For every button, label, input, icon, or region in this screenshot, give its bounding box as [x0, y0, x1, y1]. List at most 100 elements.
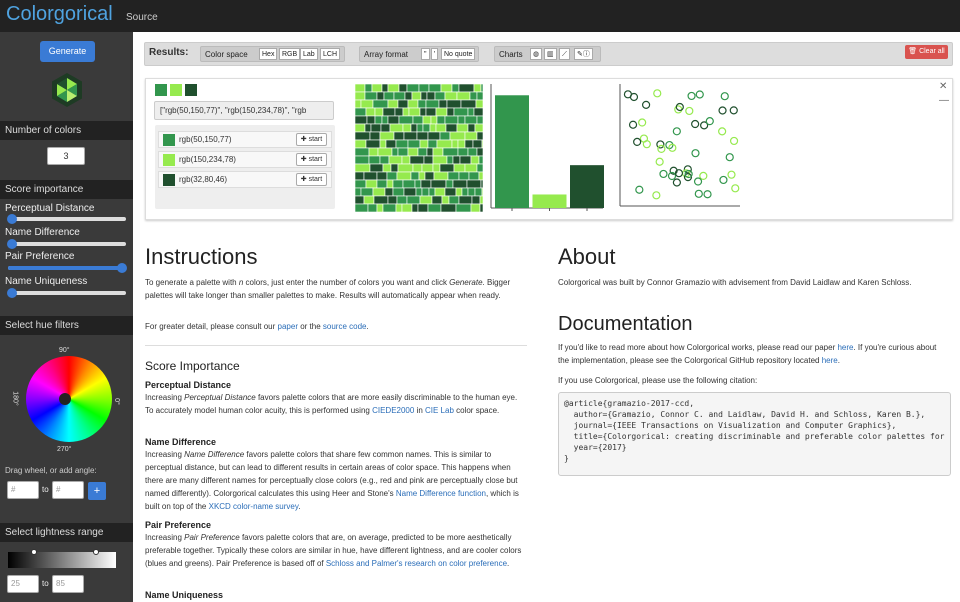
color-list-item: rgb(50,150,77) ✚ start — [158, 131, 332, 148]
map-region — [446, 99, 462, 109]
lightness-from-input[interactable]: 25 — [7, 575, 39, 593]
line-chart-icon[interactable]: ⟋ — [559, 48, 570, 60]
cs-lab-button[interactable]: Lab — [300, 48, 318, 60]
score-importance-title: Score Importance — [145, 359, 240, 373]
lightness-gradient-bar[interactable] — [8, 552, 116, 568]
angle-to-input[interactable]: # — [52, 481, 84, 499]
map-region — [466, 179, 482, 189]
xkcd-survey-link[interactable]: XKCD color-name survey — [209, 502, 299, 511]
scatter-point — [719, 175, 728, 185]
map-region — [364, 91, 378, 101]
start-button[interactable]: ✚ start — [296, 133, 327, 146]
generate-button[interactable]: Generate — [40, 41, 95, 62]
instructions-paragraph: To generate a palette with n colors, jus… — [145, 278, 511, 300]
af-no-quote-button[interactable]: No quote — [441, 48, 476, 60]
citation-intro: If you use Colorgorical, please use the … — [558, 376, 758, 385]
map-region — [422, 123, 431, 133]
af-double-quote-button[interactable]: " — [421, 48, 430, 60]
close-icon[interactable]: ✕ — [939, 81, 947, 92]
lightness-max-handle[interactable] — [93, 549, 99, 555]
color-label: rgb(32,80,46) — [179, 175, 228, 184]
name-difference-slider[interactable] — [7, 239, 126, 249]
map-region — [428, 84, 442, 93]
pair-preference-slider[interactable] — [8, 263, 127, 273]
brand-logo[interactable]: Colorgorical — [6, 3, 113, 26]
github-here-link[interactable]: here — [822, 356, 838, 365]
map-region — [379, 131, 395, 141]
map-region — [428, 187, 436, 197]
map-region — [460, 99, 477, 109]
minimize-icon[interactable]: — — [939, 95, 949, 106]
map-region — [374, 107, 384, 117]
map-region — [451, 139, 459, 149]
eyedropper-info-icon[interactable]: ✎ⓘ — [574, 48, 593, 60]
map-region — [355, 155, 370, 165]
cs-rgb-button[interactable]: RGB — [279, 48, 301, 60]
bar-chart-icon[interactable]: ▥ — [544, 48, 557, 60]
map-region — [444, 187, 457, 197]
paper-link[interactable]: paper — [278, 322, 298, 331]
map-region — [474, 187, 483, 197]
map-region — [379, 155, 390, 165]
map-region — [414, 179, 422, 189]
lightness-min-handle[interactable] — [31, 549, 37, 555]
scatter-point — [635, 185, 644, 194]
angle-label-270: 270° — [57, 446, 72, 453]
schloss-palmer-link[interactable]: Schloss and Palmer's research on color p… — [326, 559, 507, 568]
scatter-point — [691, 149, 700, 158]
add-angle-button[interactable]: + — [88, 482, 106, 500]
cs-hex-button[interactable]: Hex — [259, 48, 278, 60]
globe-icon[interactable]: ◍ — [530, 48, 543, 60]
map-region — [372, 99, 389, 109]
scatter-point — [699, 171, 708, 180]
slider-knob[interactable] — [117, 263, 127, 273]
map-region — [425, 99, 440, 109]
name-difference-link[interactable]: Name Difference function — [396, 489, 486, 498]
map-region — [436, 115, 446, 125]
angle-label-180: 180° — [11, 391, 19, 406]
map-region — [390, 163, 399, 173]
cie-lab-link[interactable]: CIE Lab — [425, 406, 454, 415]
start-button[interactable]: ✚ start — [296, 173, 327, 186]
af-single-quote-button[interactable]: ' — [431, 48, 439, 60]
map-region — [427, 131, 441, 141]
map-chart — [355, 84, 483, 212]
paper-here-link[interactable]: here — [837, 343, 853, 352]
color-swatch — [163, 174, 175, 186]
map-region — [382, 107, 396, 117]
map-region — [449, 131, 466, 141]
source-code-link[interactable]: source code — [323, 322, 367, 331]
num-colors-input[interactable]: 3 — [47, 147, 85, 165]
start-button[interactable]: ✚ start — [296, 153, 327, 166]
map-region — [411, 91, 422, 101]
clear-all-button[interactable]: 🗑 Clear all — [905, 45, 948, 59]
slider-knob[interactable] — [7, 288, 17, 298]
map-region — [377, 147, 393, 157]
citation-block[interactable]: @article{gramazio-2017-ccd, author={Gram… — [558, 392, 951, 476]
map-region — [459, 155, 472, 165]
map-region — [365, 107, 376, 117]
lightness-to-input[interactable]: 85 — [52, 575, 84, 593]
source-link[interactable]: Source — [126, 12, 158, 23]
map-region — [371, 84, 383, 93]
map-region — [402, 107, 410, 117]
map-region — [364, 84, 373, 93]
map-region — [381, 84, 389, 93]
map-region — [363, 171, 378, 181]
scatter-point — [731, 184, 740, 193]
cs-lch-button[interactable]: LCH — [320, 48, 341, 60]
slider-knob[interactable] — [7, 214, 17, 224]
scatter-point — [675, 102, 684, 112]
slider-knob[interactable] — [7, 239, 17, 249]
scatter-point — [729, 106, 738, 115]
array-format-label: Array format — [364, 50, 409, 59]
angle-from-input[interactable]: # — [7, 481, 39, 499]
perceptual-distance-slider[interactable] — [7, 214, 126, 224]
name-uniqueness-slider[interactable] — [7, 288, 126, 298]
map-region — [456, 123, 469, 133]
palette-array-text[interactable]: ["rgb(50,150,77)", "rgb(150,234,78)", "r… — [154, 101, 334, 120]
map-region — [453, 163, 466, 173]
map-region — [416, 131, 429, 141]
map-region — [438, 99, 448, 109]
ciede2000-link[interactable]: CIEDE2000 — [372, 406, 414, 415]
